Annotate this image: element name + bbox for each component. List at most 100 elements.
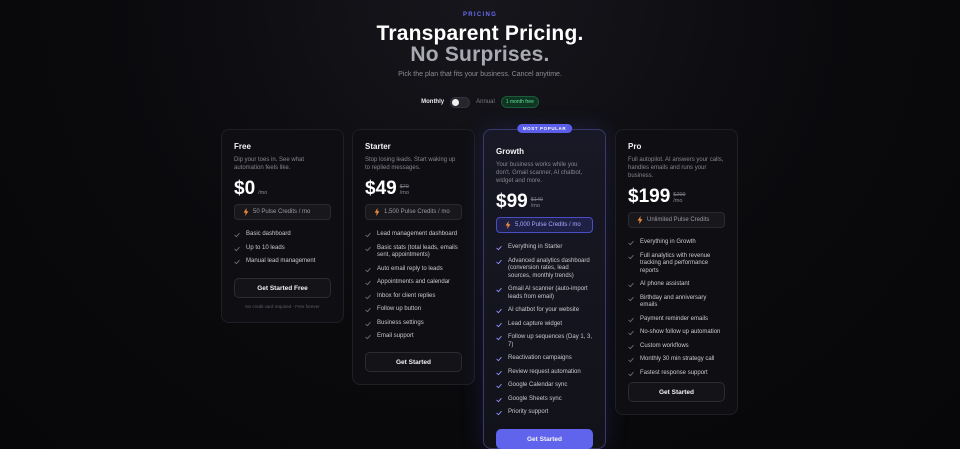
price-period: /mo <box>530 203 540 209</box>
annual-label[interactable]: Annual <box>476 99 495 105</box>
price-period: /mo <box>258 190 268 196</box>
check-icon <box>365 246 371 251</box>
feature-label: Up to 10 leads <box>246 244 285 251</box>
check-icon <box>628 344 634 349</box>
feature-label: Inbox for client replies <box>377 292 436 299</box>
switch-knob <box>452 98 460 106</box>
feature-label: Google Sheets sync <box>508 395 562 402</box>
plan-name: Growth <box>496 147 524 156</box>
plan-price: $199 <box>628 186 671 207</box>
check-icon <box>496 356 502 362</box>
page-subtitle: Pick the plan that fits your business. C… <box>398 71 562 78</box>
feature-label: Full analytics with revenue tracking and… <box>640 252 711 274</box>
feature-label: Auto email reply to leads <box>377 265 443 272</box>
feature-item: Monthly 30 min strategy call <box>628 356 725 364</box>
price-row: $99 $149 /mo <box>496 192 593 212</box>
feature-item: Follow up button <box>365 306 462 314</box>
pricing-eyebrow: PRICING <box>462 12 498 18</box>
get-started-button[interactable]: Get Started <box>628 382 725 402</box>
check-icon <box>628 296 634 301</box>
feature-list: Everything in Starter Advanced analytics … <box>496 244 593 417</box>
feature-label: Basic stats (total leads, emails sent, a… <box>377 244 458 259</box>
feature-item: Full analytics with revenue tracking and… <box>628 253 725 276</box>
feature-item: Custom workflows <box>628 343 725 351</box>
plan-name: Free <box>234 142 251 151</box>
feature-label: Lead capture widget <box>508 320 563 327</box>
check-icon <box>628 240 634 246</box>
check-icon <box>628 254 634 259</box>
feature-item: Follow up sequences (Day 1, 3, 7) <box>496 334 593 349</box>
page-title: Transparent Pricing. No Surprises. <box>0 23 960 65</box>
feature-item: Review request automation <box>496 369 593 377</box>
feature-label: Everything in Starter <box>508 244 563 250</box>
feature-label: Fastest response support <box>640 369 708 376</box>
bolt-icon <box>243 208 249 216</box>
price-row: $49 $79 /mo <box>365 179 462 199</box>
plan-description: Stop losing leads. Start waking up to re… <box>365 157 456 171</box>
feature-list: Everything in Growth Full analytics with … <box>628 239 725 377</box>
feature-item: Basic dashboard <box>234 231 331 239</box>
credits-label: 1,500 Pulse Credits / mo <box>384 209 450 215</box>
feature-list: Basic dashboard Up to 10 leads Manual lead… <box>234 231 331 266</box>
monthly-label[interactable]: Monthly <box>421 99 444 105</box>
feature-label: Review request automation <box>508 368 581 375</box>
feature-label: Business settings <box>377 319 424 326</box>
check-icon <box>496 322 502 327</box>
feature-label: Email support <box>377 333 414 339</box>
feature-label: Follow up sequences (Day 1, 3, 7) <box>508 334 593 348</box>
feature-item: Fastest response support <box>628 370 725 378</box>
credits-label: Unlimited Pulse Credits <box>647 217 710 223</box>
feature-item: No-show follow up automation <box>628 329 725 337</box>
feature-label: Everything in Growth <box>640 239 696 245</box>
feature-label: Basic dashboard <box>246 231 291 237</box>
feature-label: Priority support <box>508 409 549 415</box>
plan-card-free: Free Dip your toes in. See what automati… <box>221 129 344 323</box>
feature-label: Lead management dashboard <box>377 231 458 237</box>
plan-description: Your business works while you don't. Gma… <box>496 162 583 184</box>
get-started-free-button[interactable]: Get Started Free <box>234 278 331 298</box>
check-icon <box>496 245 502 251</box>
feature-label: Monthly 30 min strategy call <box>640 356 715 362</box>
plan-name: Starter <box>365 142 391 151</box>
plan-name: Pro <box>628 142 642 151</box>
annual-discount-badge: 1 month free <box>500 96 539 108</box>
feature-item: Payment reminder emails <box>628 316 725 324</box>
price-row: $0 /mo <box>234 179 331 199</box>
price-meta: /mo <box>258 190 267 199</box>
check-icon <box>365 267 371 272</box>
get-started-button[interactable]: Get Started <box>496 429 593 449</box>
price-period: /mo <box>399 190 409 196</box>
price-meta: $299 /mo <box>673 192 685 207</box>
check-icon <box>628 282 634 288</box>
check-icon <box>628 371 634 376</box>
feature-item: AI chatbot for your website <box>496 307 593 315</box>
bolt-icon <box>374 208 380 216</box>
credits-label: 50 Pulse Credits / mo <box>253 209 311 215</box>
feature-item: Google Sheets sync <box>496 396 593 404</box>
feature-item: Appointments and calendar <box>365 279 462 287</box>
bolt-icon <box>637 216 643 224</box>
get-started-button[interactable]: Get Started <box>365 352 462 372</box>
feature-item: Lead capture widget <box>496 321 593 329</box>
billing-toggle-row: Monthly Annual 1 month free <box>0 96 960 108</box>
check-icon <box>496 370 502 375</box>
price-row: $199 $299 /mo <box>628 187 725 207</box>
check-icon <box>365 280 371 286</box>
feature-item: Lead management dashboard <box>365 231 462 239</box>
feature-label: Google Calendar sync <box>508 382 568 388</box>
check-icon <box>628 317 634 322</box>
feature-item: Reactivation campaigns <box>496 355 593 363</box>
feature-label: Custom workflows <box>640 342 689 349</box>
price-meta: $149 /mo <box>531 197 543 212</box>
feature-label: AI phone assistant <box>640 281 690 287</box>
check-icon <box>365 307 371 313</box>
check-icon <box>365 321 371 326</box>
billing-switch[interactable] <box>450 96 471 108</box>
price-period: /mo <box>673 198 683 204</box>
check-icon <box>496 308 502 314</box>
plan-price: $99 <box>496 191 528 212</box>
feature-item: Gmail AI scanner (auto-import leads from… <box>496 286 593 301</box>
feature-item: Google Calendar sync <box>496 382 593 390</box>
feature-item: Manual lead management <box>234 258 331 266</box>
check-icon <box>496 259 502 264</box>
